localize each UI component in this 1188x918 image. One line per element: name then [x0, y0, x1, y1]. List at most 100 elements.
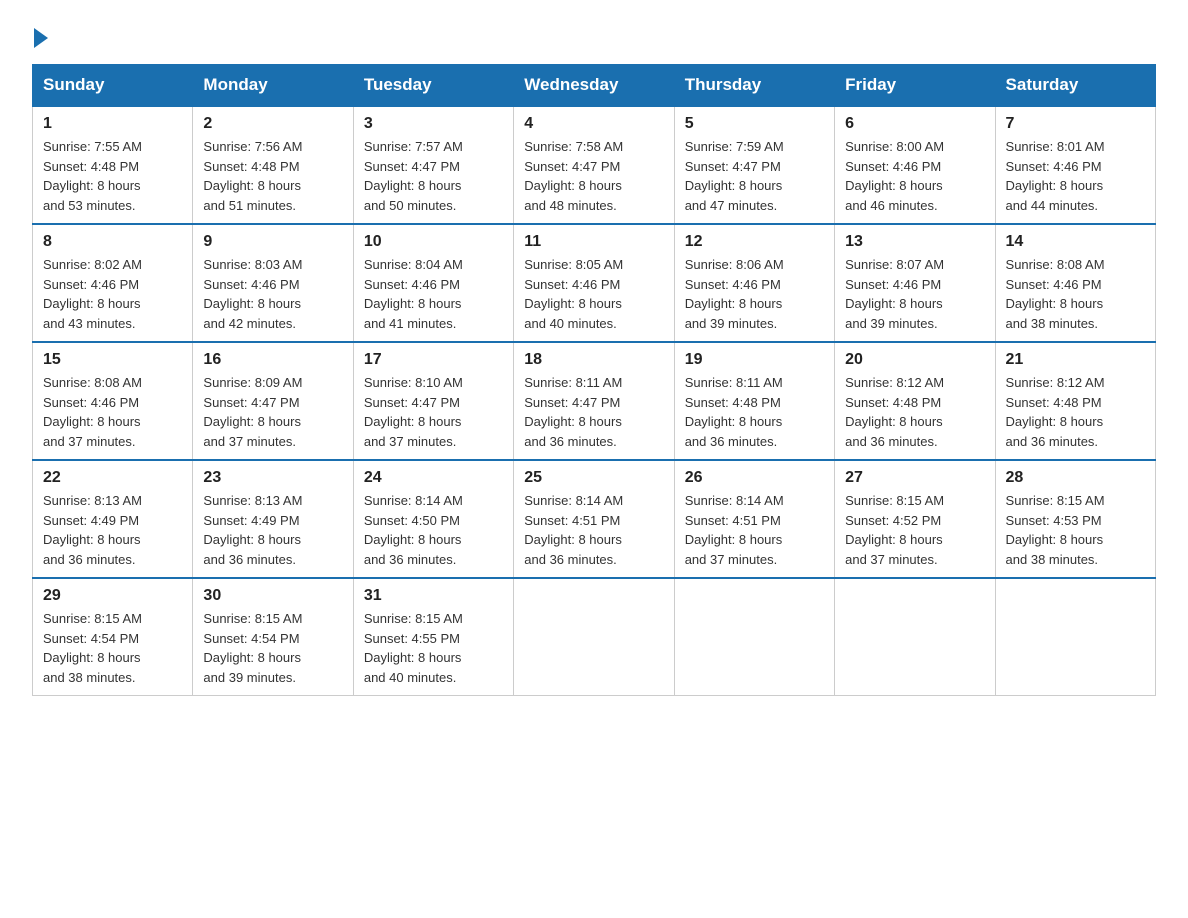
day-number: 22 [43, 469, 182, 487]
day-info: Sunrise: 8:15 AMSunset: 4:53 PMDaylight:… [1006, 491, 1145, 569]
day-info: Sunrise: 8:12 AMSunset: 4:48 PMDaylight:… [1006, 373, 1145, 451]
calendar-cell: 13 Sunrise: 8:07 AMSunset: 4:46 PMDayligh… [835, 224, 995, 342]
day-info: Sunrise: 8:10 AMSunset: 4:47 PMDaylight:… [364, 373, 503, 451]
day-number: 12 [685, 233, 824, 251]
day-number: 16 [203, 351, 342, 369]
day-info: Sunrise: 7:55 AMSunset: 4:48 PMDaylight:… [43, 137, 182, 215]
calendar-cell: 4 Sunrise: 7:58 AMSunset: 4:47 PMDaylight… [514, 106, 674, 224]
calendar-table: SundayMondayTuesdayWednesdayThursdayFrid… [32, 64, 1156, 696]
calendar-cell: 24Sunrise: 8:14 AMSunset: 4:50 PMDayligh… [353, 460, 513, 578]
day-info: Sunrise: 8:15 AMSunset: 4:54 PMDaylight:… [203, 609, 342, 687]
day-number: 17 [364, 351, 503, 369]
calendar-week-row: 8 Sunrise: 8:02 AMSunset: 4:46 PMDaylight… [33, 224, 1156, 342]
calendar-cell: 10 Sunrise: 8:04 AMSunset: 4:46 PMDayligh… [353, 224, 513, 342]
day-number: 28 [1006, 469, 1145, 487]
day-info: Sunrise: 8:05 AMSunset: 4:46 PMDaylight:… [524, 255, 663, 333]
day-info: Sunrise: 8:01 AMSunset: 4:46 PMDaylight:… [1006, 137, 1145, 215]
day-number: 4 [524, 115, 663, 133]
day-info: Sunrise: 8:14 AMSunset: 4:50 PMDaylight:… [364, 491, 503, 569]
calendar-cell: 30 Sunrise: 8:15 AMSunset: 4:54 PMDayligh… [193, 578, 353, 696]
calendar-cell: 9Sunrise: 8:03 AMSunset: 4:46 PMDaylight… [193, 224, 353, 342]
day-info: Sunrise: 8:11 AMSunset: 4:47 PMDaylight:… [524, 373, 663, 451]
calendar-cell: 15 Sunrise: 8:08 AMSunset: 4:46 PMDayligh… [33, 342, 193, 460]
calendar-header-row: SundayMondayTuesdayWednesdayThursdayFrid… [33, 65, 1156, 107]
calendar-week-row: 1 Sunrise: 7:55 AMSunset: 4:48 PMDaylight… [33, 106, 1156, 224]
day-info: Sunrise: 8:15 AMSunset: 4:55 PMDaylight:… [364, 609, 503, 687]
day-info: Sunrise: 7:58 AMSunset: 4:47 PMDaylight:… [524, 137, 663, 215]
calendar-cell: 25 Sunrise: 8:14 AMSunset: 4:51 PMDayligh… [514, 460, 674, 578]
day-info: Sunrise: 8:08 AMSunset: 4:46 PMDaylight:… [1006, 255, 1145, 333]
calendar-cell: 23 Sunrise: 8:13 AMSunset: 4:49 PMDayligh… [193, 460, 353, 578]
calendar-cell: 17 Sunrise: 8:10 AMSunset: 4:47 PMDayligh… [353, 342, 513, 460]
calendar-cell: 26Sunrise: 8:14 AMSunset: 4:51 PMDayligh… [674, 460, 834, 578]
day-number: 31 [364, 587, 503, 605]
calendar-cell: 31 Sunrise: 8:15 AMSunset: 4:55 PMDayligh… [353, 578, 513, 696]
day-number: 27 [845, 469, 984, 487]
calendar-cell: 14 Sunrise: 8:08 AMSunset: 4:46 PMDayligh… [995, 224, 1155, 342]
calendar-cell: 29Sunrise: 8:15 AMSunset: 4:54 PMDayligh… [33, 578, 193, 696]
day-number: 23 [203, 469, 342, 487]
day-info: Sunrise: 8:02 AMSunset: 4:46 PMDaylight:… [43, 255, 182, 333]
calendar-cell [514, 578, 674, 696]
header-day-wednesday: Wednesday [514, 65, 674, 107]
day-number: 9 [203, 233, 342, 251]
day-info: Sunrise: 8:07 AMSunset: 4:46 PMDaylight:… [845, 255, 984, 333]
day-info: Sunrise: 8:14 AMSunset: 4:51 PMDaylight:… [685, 491, 824, 569]
day-number: 29 [43, 587, 182, 605]
calendar-cell [995, 578, 1155, 696]
day-info: Sunrise: 8:04 AMSunset: 4:46 PMDaylight:… [364, 255, 503, 333]
day-number: 3 [364, 115, 503, 133]
calendar-week-row: 22 Sunrise: 8:13 AMSunset: 4:49 PMDayligh… [33, 460, 1156, 578]
day-info: Sunrise: 8:15 AMSunset: 4:52 PMDaylight:… [845, 491, 984, 569]
calendar-cell: 1 Sunrise: 7:55 AMSunset: 4:48 PMDaylight… [33, 106, 193, 224]
day-info: Sunrise: 7:57 AMSunset: 4:47 PMDaylight:… [364, 137, 503, 215]
day-number: 25 [524, 469, 663, 487]
day-info: Sunrise: 8:14 AMSunset: 4:51 PMDaylight:… [524, 491, 663, 569]
calendar-cell: 22 Sunrise: 8:13 AMSunset: 4:49 PMDayligh… [33, 460, 193, 578]
day-number: 20 [845, 351, 984, 369]
calendar-cell: 8 Sunrise: 8:02 AMSunset: 4:46 PMDaylight… [33, 224, 193, 342]
calendar-cell [835, 578, 995, 696]
calendar-cell: 16 Sunrise: 8:09 AMSunset: 4:47 PMDayligh… [193, 342, 353, 460]
header-day-friday: Friday [835, 65, 995, 107]
header-day-monday: Monday [193, 65, 353, 107]
day-number: 6 [845, 115, 984, 133]
header-day-thursday: Thursday [674, 65, 834, 107]
day-number: 15 [43, 351, 182, 369]
calendar-cell: 7Sunrise: 8:01 AMSunset: 4:46 PMDaylight… [995, 106, 1155, 224]
calendar-cell: 19Sunrise: 8:11 AMSunset: 4:48 PMDayligh… [674, 342, 834, 460]
calendar-cell: 6Sunrise: 8:00 AMSunset: 4:46 PMDaylight… [835, 106, 995, 224]
day-number: 10 [364, 233, 503, 251]
day-info: Sunrise: 8:09 AMSunset: 4:47 PMDaylight:… [203, 373, 342, 451]
day-info: Sunrise: 7:56 AMSunset: 4:48 PMDaylight:… [203, 137, 342, 215]
header-day-tuesday: Tuesday [353, 65, 513, 107]
day-number: 13 [845, 233, 984, 251]
day-number: 18 [524, 351, 663, 369]
logo-arrow-icon [34, 28, 48, 48]
day-number: 11 [524, 233, 663, 251]
header [32, 24, 1156, 44]
day-number: 1 [43, 115, 182, 133]
day-number: 14 [1006, 233, 1145, 251]
day-number: 30 [203, 587, 342, 605]
calendar-cell: 27 Sunrise: 8:15 AMSunset: 4:52 PMDayligh… [835, 460, 995, 578]
calendar-week-row: 15 Sunrise: 8:08 AMSunset: 4:46 PMDayligh… [33, 342, 1156, 460]
day-info: Sunrise: 8:08 AMSunset: 4:46 PMDaylight:… [43, 373, 182, 451]
logo [32, 24, 48, 44]
calendar-cell: 20 Sunrise: 8:12 AMSunset: 4:48 PMDayligh… [835, 342, 995, 460]
calendar-cell [674, 578, 834, 696]
day-info: Sunrise: 8:12 AMSunset: 4:48 PMDaylight:… [845, 373, 984, 451]
calendar-week-row: 29 Sunrise: 8:15 AMSunset: 4:54 PMDayligh… [33, 578, 1156, 696]
header-day-sunday: Sunday [33, 65, 193, 107]
calendar-cell: 18 Sunrise: 8:11 AMSunset: 4:47 PMDayligh… [514, 342, 674, 460]
day-number: 2 [203, 115, 342, 133]
day-info: Sunrise: 8:13 AMSunset: 4:49 PMDaylight:… [203, 491, 342, 569]
calendar-cell: 12Sunrise: 8:06 AMSunset: 4:46 PMDayligh… [674, 224, 834, 342]
day-info: Sunrise: 8:13 AMSunset: 4:49 PMDaylight:… [43, 491, 182, 569]
day-number: 21 [1006, 351, 1145, 369]
day-number: 5 [685, 115, 824, 133]
header-day-saturday: Saturday [995, 65, 1155, 107]
calendar-cell: 21 Sunrise: 8:12 AMSunset: 4:48 PMDayligh… [995, 342, 1155, 460]
day-number: 8 [43, 233, 182, 251]
day-info: Sunrise: 7:59 AMSunset: 4:47 PMDaylight:… [685, 137, 824, 215]
